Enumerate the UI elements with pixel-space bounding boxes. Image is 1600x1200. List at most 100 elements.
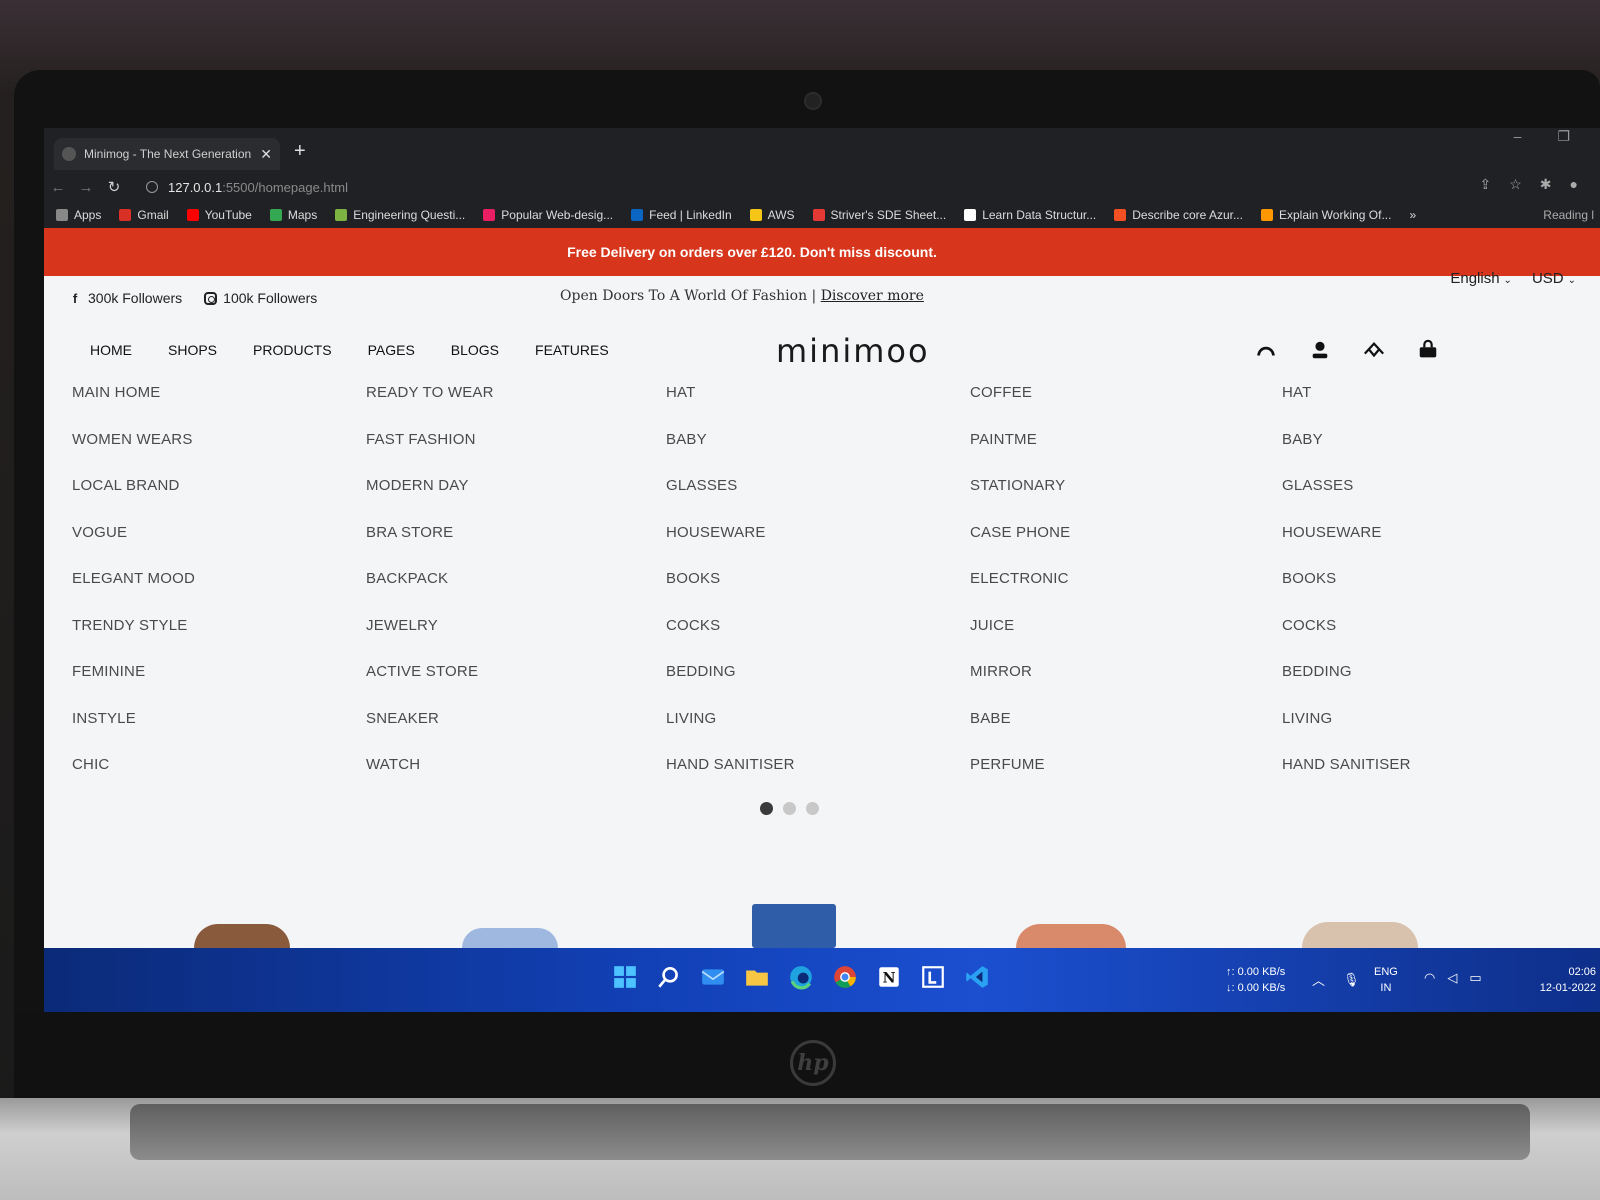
chevron-up-icon[interactable]: ︿ [1312,970,1325,989]
mega-menu-item[interactable]: HAT [666,384,956,431]
mega-menu-item[interactable]: BACKPACK [366,570,656,617]
profile-icon[interactable]: ● [1570,176,1578,193]
nav-link-shops[interactable]: SHOPS [168,342,217,358]
mega-menu-item[interactable]: CASE PHONE [970,524,1260,571]
discover-more-link[interactable]: Discover more [821,288,924,304]
mega-menu-item[interactable]: BRA STORE [366,524,656,571]
mega-menu-item[interactable]: COCKS [666,617,956,664]
instagram-link[interactable]: 100k Followers [204,290,317,306]
mega-menu-item[interactable]: LIVING [1282,710,1572,757]
extensions-icon[interactable]: ✱ [1540,176,1552,193]
reload-icon[interactable]: ↻ [100,178,128,196]
back-icon[interactable]: ← [44,179,72,196]
mega-menu-item[interactable]: FEMININE [72,663,362,710]
carousel-dot[interactable] [806,802,819,815]
share-icon[interactable]: ⇪ [1480,176,1492,193]
clock[interactable]: 02:06 12-01-2022 [1540,964,1596,996]
bookmarks-overflow-button[interactable]: » [1409,208,1416,222]
mega-menu-item[interactable]: WATCH [366,756,656,803]
carousel-dot[interactable] [783,802,796,815]
search-icon[interactable] [1254,338,1278,362]
mega-menu-item[interactable]: JEWELRY [366,617,656,664]
product-image-jeans[interactable] [752,904,836,948]
mail-icon[interactable] [698,962,728,992]
restore-icon[interactable]: ❐ [1557,128,1570,145]
input-language[interactable]: ENG IN [1374,964,1398,996]
site-logo[interactable]: minimoo [776,332,930,370]
mega-menu-item[interactable]: INSTYLE [72,710,362,757]
mega-menu-item[interactable]: CHIC [72,756,362,803]
bookmark-item[interactable]: Engineering Questi... [335,208,465,222]
forward-icon[interactable]: → [72,179,100,196]
mega-menu-item[interactable]: ELECTRONIC [970,570,1260,617]
cart-icon[interactable] [1416,338,1440,362]
bookmark-item[interactable]: Gmail [119,208,169,222]
mega-menu-item[interactable]: ACTIVE STORE [366,663,656,710]
mega-menu-item[interactable]: MODERN DAY [366,477,656,524]
mega-menu-item[interactable]: LOCAL BRAND [72,477,362,524]
mega-menu-item[interactable]: WOMEN WEARS [72,431,362,478]
bookmark-item[interactable]: YouTube [186,208,252,222]
product-image-sweater[interactable] [194,924,290,948]
close-tab-icon[interactable]: ✕ [260,146,272,163]
edge-icon[interactable] [786,962,816,992]
mega-menu-item[interactable]: HOUSEWARE [666,524,956,571]
site-info-icon[interactable] [146,181,158,193]
bookmark-item[interactable]: Learn Data Structur... [964,208,1096,222]
wishlist-icon[interactable] [1362,338,1386,362]
bookmark-item[interactable]: Striver's SDE Sheet... [812,208,946,222]
mega-menu-item[interactable]: MAIN HOME [72,384,362,431]
user-icon[interactable] [1308,338,1332,362]
bookmark-item[interactable]: Explain Working Of... [1260,208,1391,222]
nav-link-home[interactable]: HOME [90,342,132,358]
nav-link-pages[interactable]: PAGES [368,342,415,358]
mega-menu-item[interactable]: HAND SANITISER [1282,756,1572,803]
mega-menu-item[interactable]: FAST FASHION [366,431,656,478]
mega-menu-item[interactable]: HAND SANITISER [666,756,956,803]
mega-menu-item[interactable]: GLASSES [666,477,956,524]
start-icon[interactable] [610,962,640,992]
vscode-icon[interactable] [962,962,992,992]
nav-link-features[interactable]: FEATURES [535,342,609,358]
nav-link-products[interactable]: PRODUCTS [253,342,332,358]
mega-menu-item[interactable]: MIRROR [970,663,1260,710]
mega-menu-item[interactable]: HAT [1282,384,1572,431]
mega-menu-item[interactable]: PAINTME [970,431,1260,478]
bookmark-item[interactable]: Popular Web-desig... [483,208,613,222]
mega-menu-item[interactable]: GLASSES [1282,477,1572,524]
bookmark-item[interactable]: Apps [56,208,101,222]
mega-menu-item[interactable]: READY TO WEAR [366,384,656,431]
app-l-icon[interactable] [918,962,948,992]
address-bar[interactable]: 127.0.0.1:5500/homepage.html [136,174,1376,200]
bookmark-item[interactable]: Describe core Azur... [1114,208,1243,222]
mega-menu-item[interactable]: BEDDING [666,663,956,710]
browser-tab[interactable]: Minimog - The Next Generation ✕ [54,138,280,170]
mega-menu-item[interactable]: ELEGANT MOOD [72,570,362,617]
chrome-icon[interactable] [830,962,860,992]
battery-icon[interactable]: ▭ [1469,970,1481,986]
file-explorer-icon[interactable] [742,962,772,992]
microphone-icon[interactable]: 🎙 [1343,972,1360,988]
mega-menu-item[interactable]: BOOKS [666,570,956,617]
mega-menu-item[interactable]: BABY [666,431,956,478]
mega-menu-item[interactable]: COFFEE [970,384,1260,431]
mega-menu-item[interactable]: COCKS [1282,617,1572,664]
mega-menu-item[interactable]: TRENDY STYLE [72,617,362,664]
mega-menu-item[interactable]: STATIONARY [970,477,1260,524]
mega-menu-item[interactable]: JUICE [970,617,1260,664]
notion-icon[interactable]: N [874,962,904,992]
reading-list-button[interactable]: Reading l [1543,208,1600,222]
facebook-link[interactable]: f 300k Followers [68,290,182,306]
mega-menu-item[interactable]: BOOKS [1282,570,1572,617]
product-image-cardigan[interactable] [1302,922,1418,948]
bookmark-item[interactable]: Maps [269,208,317,222]
mega-menu-item[interactable]: BABY [1282,431,1572,478]
minimize-icon[interactable]: – [1514,128,1522,145]
mega-menu-item[interactable]: SNEAKER [366,710,656,757]
star-bookmark-icon[interactable]: ☆ [1509,176,1522,193]
mega-menu-item[interactable]: PERFUME [970,756,1260,803]
mega-menu-item[interactable]: BEDDING [1282,663,1572,710]
nav-link-blogs[interactable]: BLOGS [451,342,499,358]
currency-select[interactable]: USD ⌄ [1532,270,1576,287]
language-select[interactable]: English ⌄ [1450,270,1512,287]
